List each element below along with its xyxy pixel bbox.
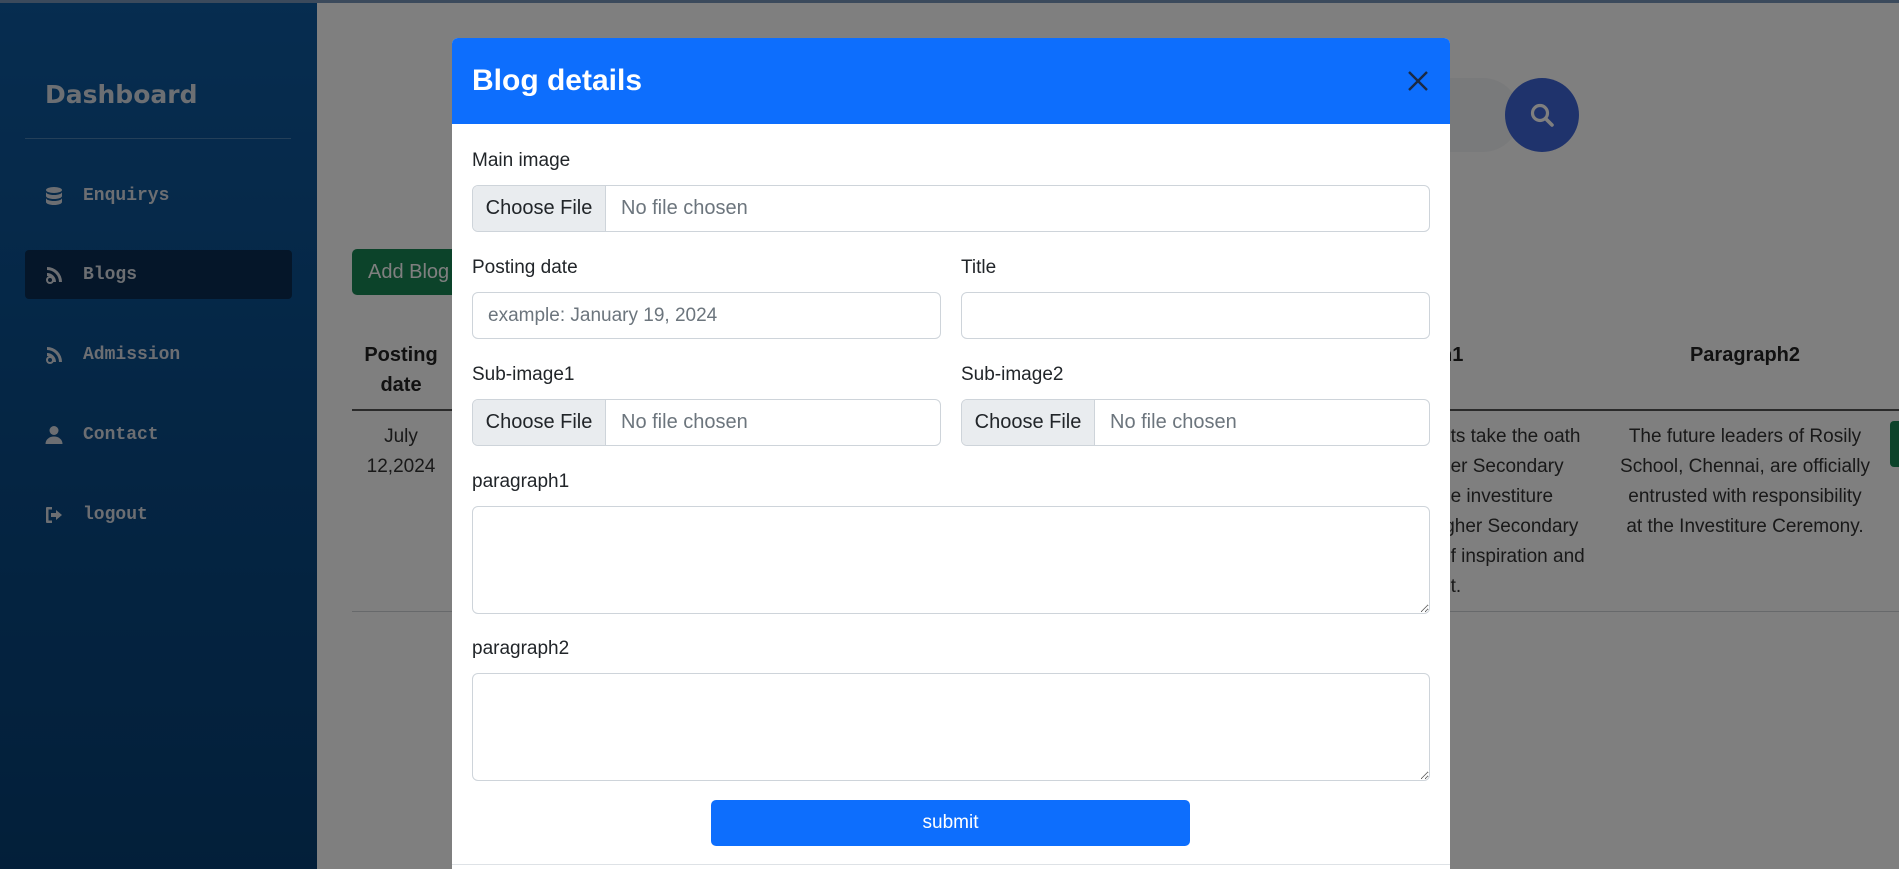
modal-title: Blog details [472,64,643,97]
title-label: Title [961,257,997,278]
file-status: No file chosen [621,411,748,433]
top-border [0,0,1899,3]
paragraph1-label: paragraph1 [472,471,570,492]
close-button[interactable] [1404,67,1432,95]
choose-file-button[interactable]: Choose File [473,186,606,231]
posting-date-label: Posting date [472,257,578,278]
modal-header: Blog details [452,38,1450,124]
title-input[interactable] [961,292,1430,339]
choose-file-button[interactable]: Choose File [962,400,1095,445]
choose-file-button[interactable]: Choose File [473,400,606,445]
main-image-file-input[interactable]: Choose File No file chosen [472,185,1430,232]
posting-date-input[interactable] [472,292,941,339]
sub-image1-label: Sub-image1 [472,364,575,385]
submit-button[interactable]: submit [711,800,1190,846]
sub-image2-file-input[interactable]: Choose File No file chosen [961,399,1430,446]
main-image-label: Main image [472,150,571,171]
close-icon [1408,71,1428,91]
paragraph2-label: paragraph2 [472,638,570,659]
paragraph1-textarea[interactable] [472,506,1430,614]
sub-image1-file-input[interactable]: Choose File No file chosen [472,399,941,446]
file-status: No file chosen [621,197,748,219]
paragraph2-textarea[interactable] [472,673,1430,781]
modal-footer-divider [452,864,1450,865]
sub-image2-label: Sub-image2 [961,364,1064,385]
file-status: No file chosen [1110,411,1237,433]
blog-details-modal: Blog details Main image Choose File No f… [452,38,1450,869]
